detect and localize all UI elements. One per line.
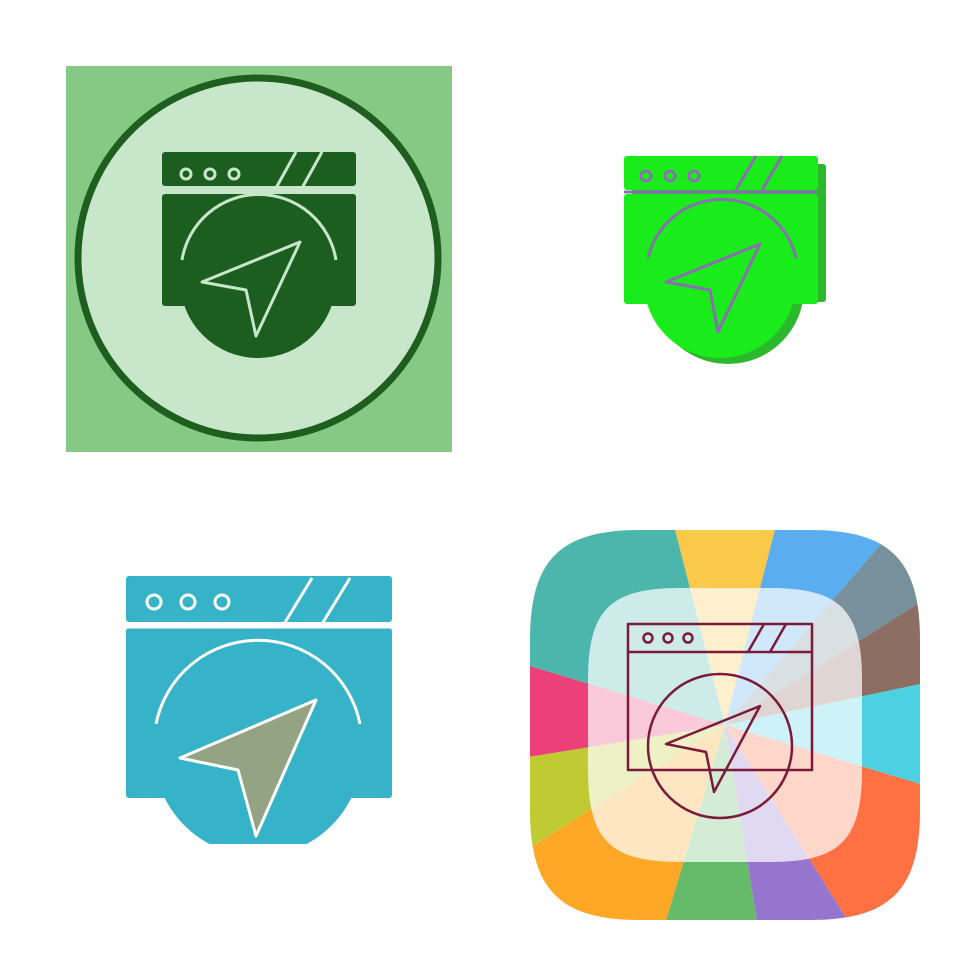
browser-navigation-icon-rainbow-tile [530,530,920,920]
browser-navigation-icon-bright-green [620,150,830,370]
browser-navigation-icon-teal-flat [124,574,396,844]
browser-navigation-icon-green-circle [66,66,452,452]
